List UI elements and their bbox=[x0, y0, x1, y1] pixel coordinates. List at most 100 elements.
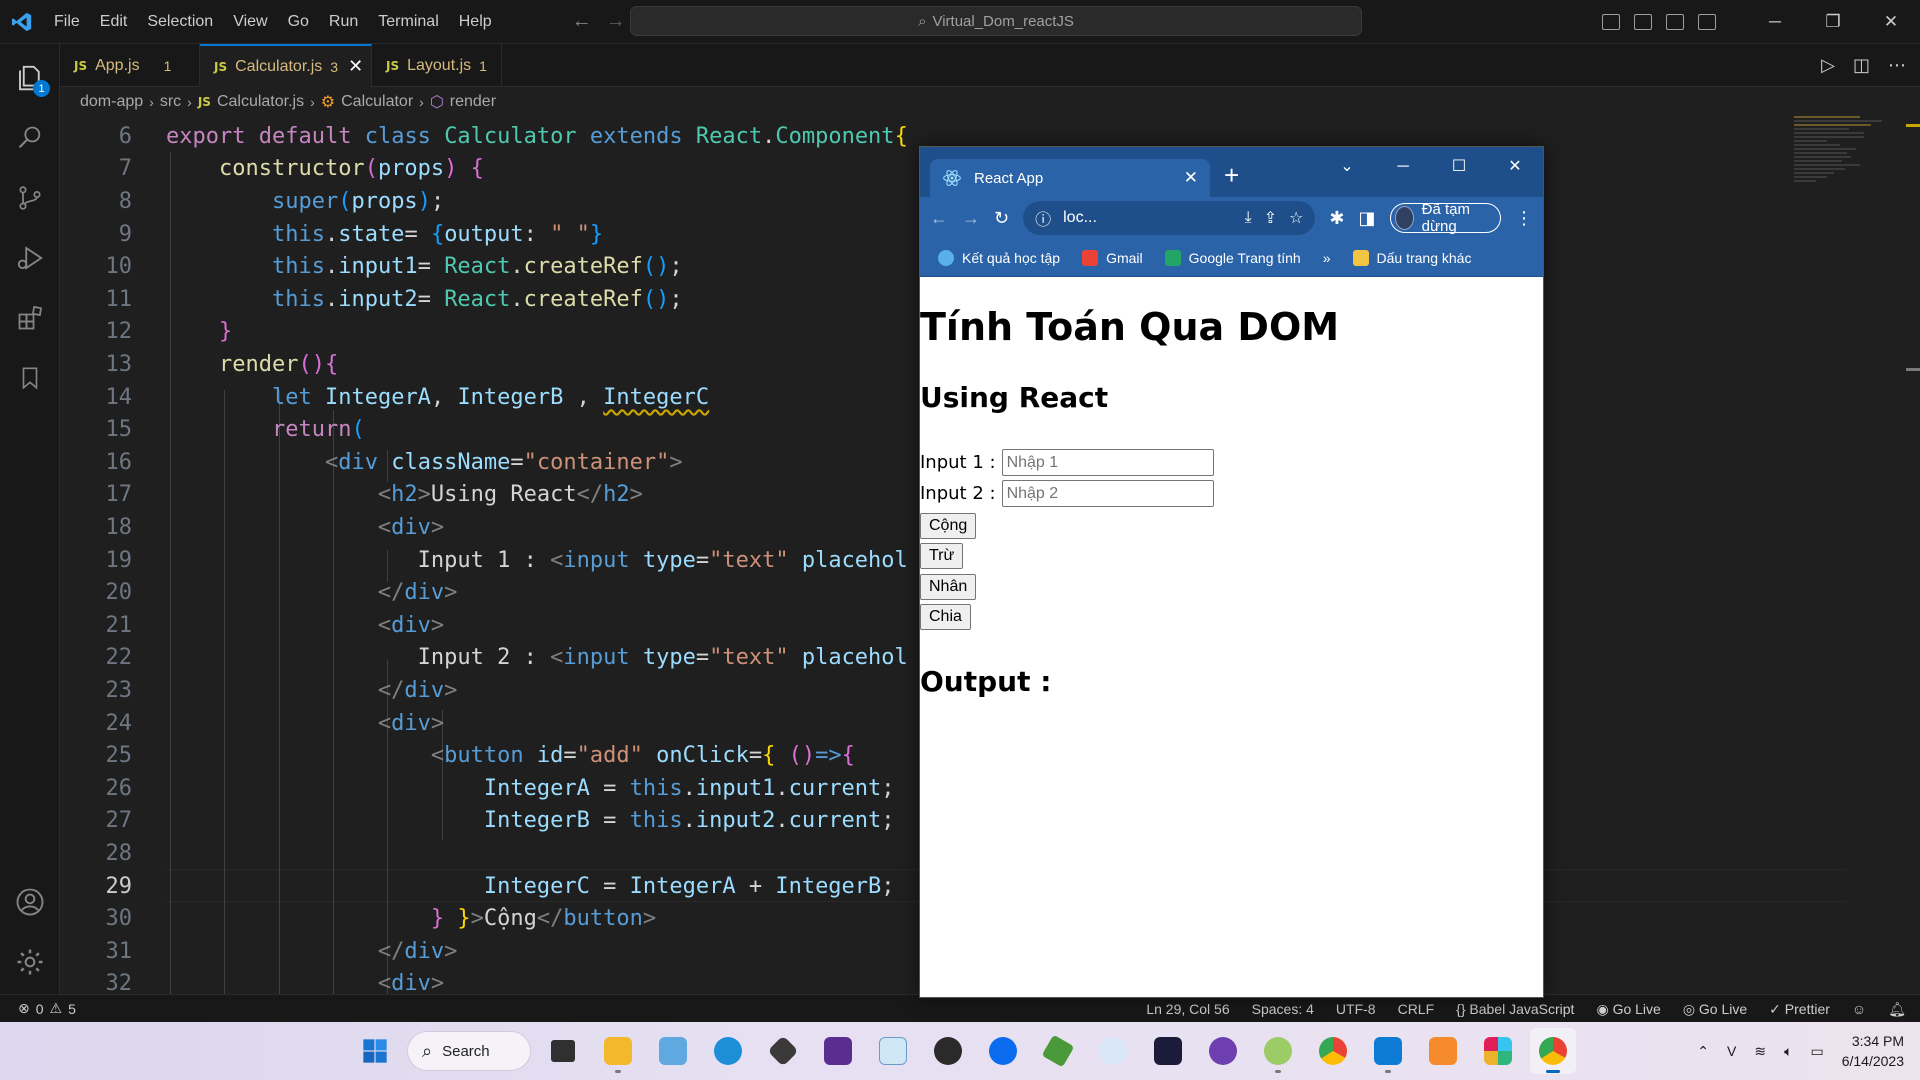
vpn-icon[interactable]: V bbox=[1727, 1043, 1736, 1059]
toggle-secondary-sidebar-icon[interactable] bbox=[1666, 14, 1684, 30]
breadcrumb-item[interactable]: dom-app bbox=[80, 93, 143, 111]
encoding[interactable]: UTF-8 bbox=[1336, 1001, 1376, 1017]
volume-icon[interactable]: 🔈︎ bbox=[1784, 1043, 1792, 1060]
menu-terminal[interactable]: Terminal bbox=[368, 0, 448, 44]
nodejs-icon[interactable] bbox=[1035, 1028, 1081, 1074]
forward-arrow-icon[interactable]: → bbox=[962, 208, 980, 229]
menu-run[interactable]: Run bbox=[319, 0, 368, 44]
github-desktop-icon[interactable] bbox=[1200, 1028, 1246, 1074]
minimize-button[interactable]: ─ bbox=[1746, 0, 1804, 44]
feedback-icon[interactable]: ☺ bbox=[1852, 1001, 1866, 1017]
chevron-up-icon[interactable]: ⌃ bbox=[1697, 1043, 1709, 1060]
clock[interactable]: 3:34 PM 6/14/2023 bbox=[1842, 1031, 1904, 1071]
reload-icon[interactable]: ↻ bbox=[994, 208, 1009, 229]
input1-field[interactable] bbox=[1001, 449, 1214, 476]
tab-app-js[interactable]: JS App.js 1 bbox=[60, 44, 200, 87]
slack-icon[interactable] bbox=[1475, 1028, 1521, 1074]
unity-icon[interactable] bbox=[760, 1028, 806, 1074]
pdf-reader-icon[interactable] bbox=[1420, 1028, 1466, 1074]
chrome-icon[interactable] bbox=[1310, 1028, 1356, 1074]
divide-button[interactable]: Chia bbox=[920, 604, 971, 630]
bookmark-item[interactable]: Google Trang tính bbox=[1164, 249, 1301, 266]
zalo-icon[interactable] bbox=[980, 1028, 1026, 1074]
side-panel-icon[interactable]: ◨ bbox=[1358, 208, 1375, 229]
customize-layout-icon[interactable] bbox=[1698, 14, 1716, 30]
run-play-icon[interactable]: ▷ bbox=[1821, 55, 1835, 76]
multiply-button[interactable]: Nhân bbox=[920, 574, 977, 600]
back-arrow-icon[interactable]: ← bbox=[572, 10, 592, 33]
more-actions-icon[interactable]: ⋯ bbox=[1888, 55, 1906, 76]
menu-selection[interactable]: Selection bbox=[137, 0, 223, 44]
visual-studio-icon[interactable] bbox=[815, 1028, 861, 1074]
accounts-button[interactable] bbox=[0, 872, 60, 932]
browser-tab-react-app[interactable]: React App ✕ bbox=[930, 159, 1210, 197]
tab-search-chevron-icon[interactable]: ⌄ bbox=[1319, 147, 1375, 187]
back-arrow-icon[interactable]: ← bbox=[930, 208, 948, 229]
control-panel-icon[interactable] bbox=[650, 1028, 696, 1074]
wifi-icon[interactable]: ≋ bbox=[1754, 1043, 1766, 1060]
bell-icon[interactable]: 🔔︎ bbox=[1888, 1001, 1906, 1018]
edge-icon[interactable] bbox=[705, 1028, 751, 1074]
go-live-button[interactable]: ◉ Go Live bbox=[1596, 1001, 1660, 1018]
prettier-button[interactable]: ✓ Prettier bbox=[1769, 1001, 1830, 1018]
line-ending[interactable]: CRLF bbox=[1398, 1001, 1435, 1017]
bookmark-item[interactable]: Gmail bbox=[1082, 249, 1143, 266]
search-view-button[interactable] bbox=[0, 108, 60, 168]
app-store-icon[interactable] bbox=[1090, 1028, 1136, 1074]
breadcrumb-item[interactable]: src bbox=[160, 93, 181, 111]
star-icon[interactable]: ☆ bbox=[1289, 208, 1303, 228]
tab-calculator-js[interactable]: JS Calculator.js 3 ✕ bbox=[200, 44, 372, 87]
start-button[interactable] bbox=[352, 1028, 398, 1074]
bookmark-item[interactable]: Kết quả học tập bbox=[938, 249, 1060, 266]
menu-file[interactable]: File bbox=[44, 0, 90, 44]
vscode-icon[interactable] bbox=[1365, 1028, 1411, 1074]
minimize-button[interactable]: ─ bbox=[1375, 147, 1431, 187]
android-studio-icon[interactable] bbox=[1255, 1028, 1301, 1074]
forward-arrow-icon[interactable]: → bbox=[606, 10, 626, 33]
minimap[interactable] bbox=[1794, 114, 1904, 254]
close-button[interactable]: ✕ bbox=[1862, 0, 1920, 44]
tab-layout-js[interactable]: JS Layout.js 1 bbox=[372, 44, 502, 87]
more-bookmarks-chevron[interactable]: » bbox=[1323, 250, 1331, 266]
restore-button[interactable]: ❐ bbox=[1804, 0, 1862, 44]
command-center-search[interactable]: ⌕ Virtual_Dom_reactJS bbox=[630, 6, 1362, 36]
taskbar-search[interactable]: ⌕ Search bbox=[407, 1031, 531, 1071]
add-button[interactable]: Cộng bbox=[920, 513, 977, 539]
close-icon[interactable]: ✕ bbox=[348, 56, 363, 77]
extensions-puzzle-icon[interactable]: ✱ bbox=[1329, 208, 1344, 229]
extensions-button[interactable] bbox=[0, 288, 60, 348]
manage-button[interactable] bbox=[0, 932, 60, 992]
bookmarks-button[interactable] bbox=[0, 348, 60, 408]
new-tab-plus-icon[interactable]: + bbox=[1224, 159, 1239, 191]
split-editor-icon[interactable]: ◫ bbox=[1853, 55, 1870, 76]
task-view-icon[interactable] bbox=[540, 1028, 586, 1074]
close-icon[interactable]: ✕ bbox=[1184, 168, 1198, 188]
chrome-profile-icon[interactable] bbox=[1530, 1028, 1576, 1074]
profile-button[interactable]: Đã tạm dừng bbox=[1389, 201, 1501, 235]
close-button[interactable]: ✕ bbox=[1487, 147, 1543, 187]
cursor-position[interactable]: Ln 29, Col 56 bbox=[1146, 1001, 1229, 1017]
file-explorer-icon[interactable] bbox=[595, 1028, 641, 1074]
run-debug-button[interactable] bbox=[0, 228, 60, 288]
menu-go[interactable]: Go bbox=[278, 0, 319, 44]
other-bookmarks[interactable]: Dấu trang khác bbox=[1352, 249, 1471, 266]
language-mode[interactable]: {} Babel JavaScript bbox=[1456, 1001, 1574, 1017]
problems-indicator[interactable]: ⊗ 0 ⚠ 5 bbox=[0, 1000, 76, 1017]
breadcrumb-item[interactable]: render bbox=[450, 93, 496, 111]
kebab-menu-icon[interactable]: ⋮ bbox=[1515, 208, 1533, 229]
address-bar[interactable]: ⓘ loc... ⤓ ⇪ ☆ bbox=[1023, 201, 1316, 235]
explorer-button[interactable]: 1 bbox=[0, 48, 60, 108]
jetbrains-icon[interactable] bbox=[1145, 1028, 1191, 1074]
battery-icon[interactable]: ▭ bbox=[1810, 1043, 1823, 1060]
menu-edit[interactable]: Edit bbox=[90, 0, 138, 44]
subtract-button[interactable]: Trừ bbox=[920, 543, 964, 569]
obs-icon[interactable] bbox=[925, 1028, 971, 1074]
go-live-button-2[interactable]: ◎ Go Live bbox=[1683, 1001, 1747, 1018]
install-icon[interactable]: ⤓ bbox=[1245, 209, 1252, 227]
input2-field[interactable] bbox=[1001, 480, 1214, 507]
toggle-primary-sidebar-icon[interactable] bbox=[1602, 14, 1620, 30]
share-icon[interactable]: ⇪ bbox=[1264, 208, 1277, 228]
breadcrumb-item[interactable]: Calculator bbox=[341, 93, 413, 111]
menu-help[interactable]: Help bbox=[449, 0, 502, 44]
menu-view[interactable]: View bbox=[223, 0, 277, 44]
